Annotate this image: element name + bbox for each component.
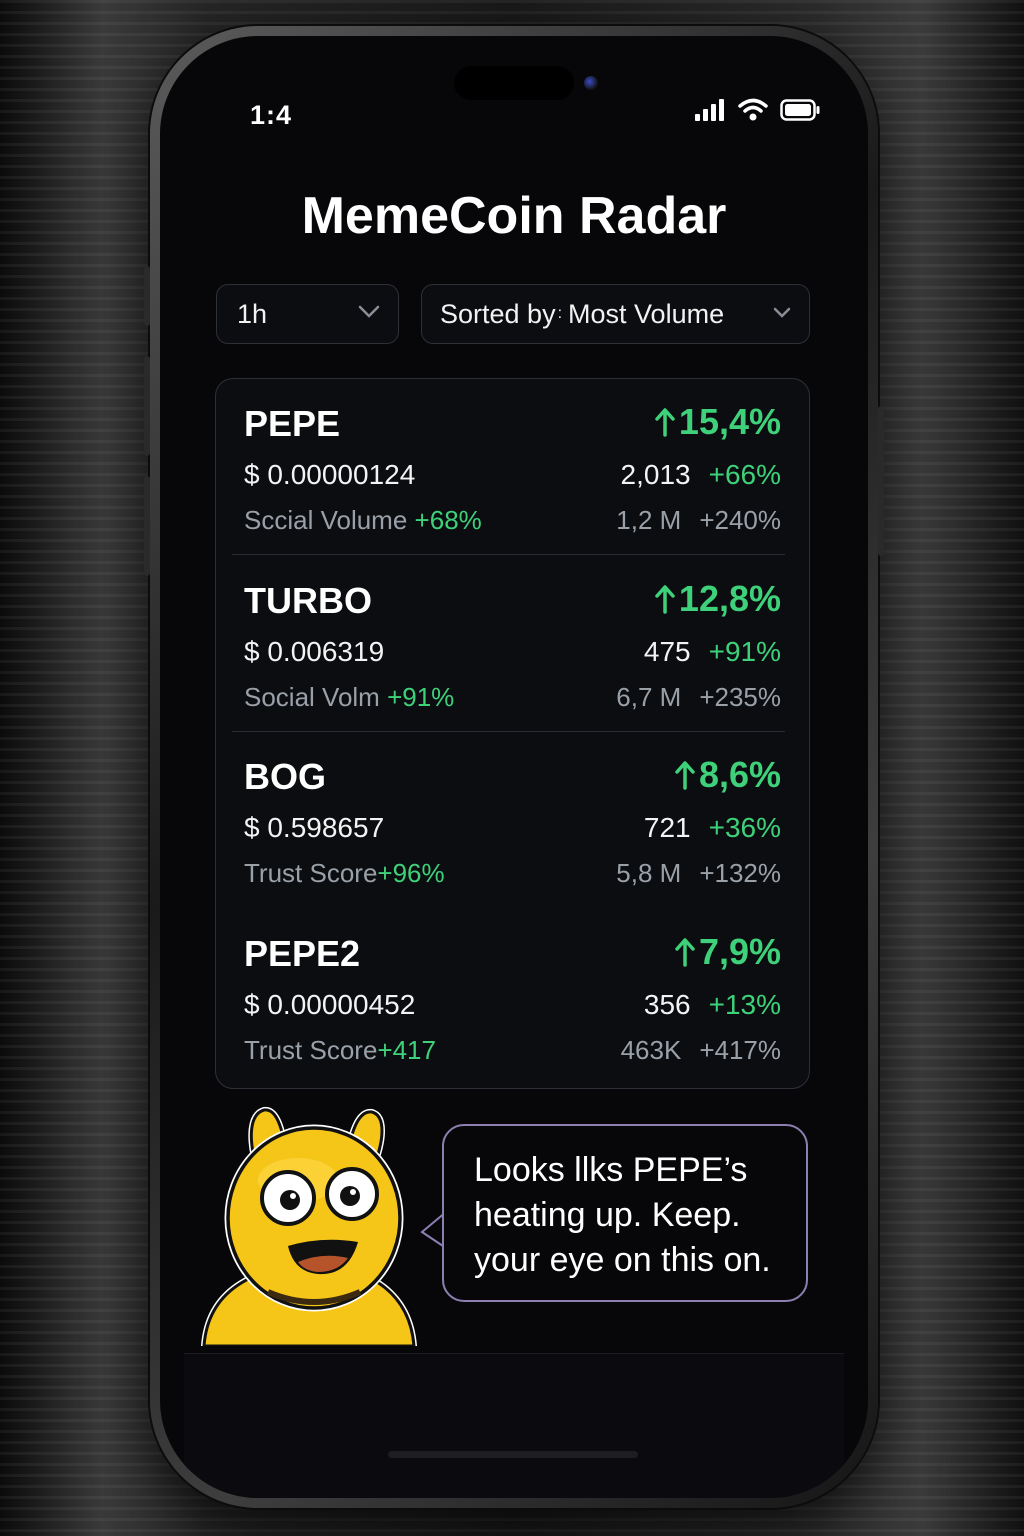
metric-label: Sccial Volume (244, 505, 408, 535)
coin-stat-b: 6,7 M +235% (616, 682, 781, 713)
row-divider (232, 554, 785, 555)
stat-b-value: 463K (620, 1035, 682, 1065)
stat-b-change: +240% (699, 505, 781, 535)
stat-a-change: +91% (708, 636, 781, 667)
wifi-icon (738, 98, 768, 121)
metric-label: Trust Score (244, 1035, 378, 1065)
sort-separator: : (557, 305, 563, 322)
arrow-up-icon (655, 585, 675, 614)
metric-label: Trust Score (244, 858, 378, 888)
arrow-up-icon (655, 408, 675, 437)
stat-a-change: +13% (708, 989, 781, 1020)
change-value: 15,4% (678, 401, 781, 442)
coin-change: 8,6% (675, 754, 781, 796)
coin-row[interactable]: BOG $ 0.598657 Trust Score+96% 8,6% 721 +… (216, 732, 809, 908)
stat-b-change: +235% (699, 682, 781, 712)
app-title: MemeCoin Radar (301, 187, 727, 245)
coin-price: $ 0.00000124 (244, 459, 416, 490)
power-button (878, 406, 884, 556)
volume-down-button (144, 476, 150, 576)
camera-icon (584, 76, 598, 90)
timeframe-dropdown[interactable]: 1h (216, 284, 399, 344)
stat-b-value: 1,2 M (616, 505, 682, 535)
sort-value: Most Volume (568, 298, 725, 329)
timeframe-value: 1h (237, 298, 268, 329)
change-value: 7,9% (698, 931, 781, 972)
coin-stat-a: 475 +91% (644, 636, 781, 668)
mascot-character[interactable] (198, 1106, 418, 1346)
coin-stat-a: 2,013 +66% (621, 459, 781, 491)
speech-bubble: Looks llks PEPE’s heating up. Keep. your… (442, 1124, 808, 1302)
coin-symbol: TURBO (244, 580, 372, 621)
speech-line: your eye on this on. (474, 1241, 771, 1279)
screen: 1:4 MemeCoin Radar 1h Sorted by: Most V… (160, 36, 868, 1498)
coin-row[interactable]: PEPE $ 0.00000124 Sccial Volume +68% 15,… (216, 379, 809, 555)
coin-price: $ 0.006319 (244, 636, 385, 667)
metric-value: +68% (414, 505, 482, 535)
sort-dropdown[interactable]: Sorted by: Most Volume (421, 284, 810, 344)
coin-change: 7,9% (675, 931, 781, 973)
stat-a-value: 356 (643, 989, 691, 1020)
stat-a-change: +36% (708, 812, 781, 843)
stat-b-value: 6,7 M (616, 682, 682, 712)
status-icons (694, 98, 820, 122)
change-value: 8,6% (698, 754, 781, 795)
coin-symbol: PEPE (244, 403, 341, 444)
volume-up-button (144, 356, 150, 456)
stat-a-change: +66% (708, 459, 781, 490)
change-value: 12,8% (678, 578, 781, 619)
speech-line: Looks llks PEPE’s (474, 1151, 748, 1189)
signal-icon (695, 99, 724, 121)
coin-stat-b: 463K +417% (621, 1035, 781, 1066)
metric-value: +417 (377, 1035, 436, 1065)
coin-row[interactable]: PEPE2 $ 0.00000452 Trust Score+417 7,9% … (216, 909, 809, 1085)
coin-change: 12,8% (655, 578, 781, 620)
mute-switch (144, 266, 150, 326)
coin-metric: Trust Score+417 (244, 1035, 436, 1066)
battery-icon (780, 99, 820, 121)
metric-value: +96% (377, 858, 445, 888)
coin-price: $ 0.598657 (244, 812, 385, 843)
stat-b-value: 5,8 M (616, 858, 682, 888)
coin-change: 15,4% (655, 401, 781, 443)
coin-symbol: BOG (244, 756, 327, 797)
chevron-down-icon (358, 305, 380, 318)
home-indicator[interactable] (388, 1451, 638, 1458)
coin-stat-b: 5,8 M +132% (616, 858, 781, 889)
status-time: 1:4 (250, 100, 293, 130)
dynamic-island (454, 66, 574, 100)
coin-row[interactable]: TURBO $ 0.006319 Social Volm +91% 12,8% … (216, 556, 809, 732)
coin-list: PEPE $ 0.00000124 Sccial Volume +68% 15,… (215, 378, 810, 1089)
sort-prefix: Sorted by (440, 298, 556, 329)
arrow-up-icon (675, 761, 695, 790)
stat-a-value: 475 (643, 636, 691, 667)
speech-line: heating up. Keep. (474, 1196, 741, 1234)
stat-a-value: 2,013 (620, 459, 691, 490)
coin-metric: Sccial Volume +68% (244, 505, 482, 536)
stat-b-change: +417% (699, 1035, 781, 1065)
coin-stat-b: 1,2 M +240% (616, 505, 781, 536)
coin-symbol: PEPE2 (244, 933, 361, 974)
arrow-up-icon (675, 938, 695, 967)
coin-metric: Trust Score+96% (244, 858, 445, 889)
coin-metric: Social Volm +91% (244, 682, 454, 713)
metric-value: +91% (387, 682, 455, 712)
phone-frame: 1:4 MemeCoin Radar 1h Sorted by: Most V… (144, 26, 884, 1508)
metric-label: Social Volm (244, 682, 380, 712)
coin-price: $ 0.00000452 (244, 989, 416, 1020)
coin-stat-a: 356 +13% (644, 989, 781, 1021)
stat-a-value: 721 (643, 812, 691, 843)
coin-stat-a: 721 +36% (644, 812, 781, 844)
bottom-panel (184, 1353, 844, 1498)
chevron-down-icon (773, 307, 791, 318)
stat-b-change: +132% (699, 858, 781, 888)
